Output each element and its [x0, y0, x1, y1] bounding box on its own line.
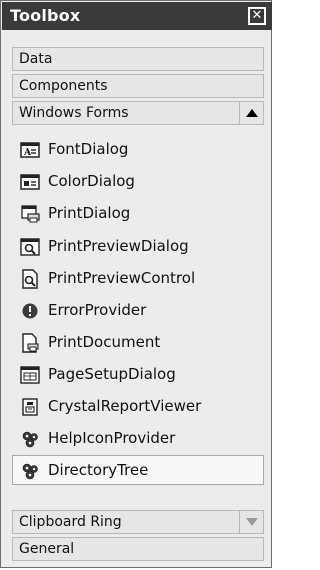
toolbox-item-label: PageSetupDialog — [48, 365, 176, 383]
print-preview-control-icon — [20, 269, 40, 289]
toolbox-panel: Toolbox ✕ Data Components Windows Forms … — [0, 0, 272, 568]
toolbox-item-printpreviewcontrol[interactable]: PrintPreviewControl — [12, 263, 264, 293]
toolbox-item-label: PrintPreviewDialog — [48, 237, 189, 255]
toolbox-item-label: HelpIconProvider — [48, 429, 176, 447]
category-components[interactable]: Components — [12, 74, 264, 98]
toolbox-item-label: ErrorProvider — [48, 301, 147, 319]
toolbox-title-bar: Toolbox ✕ — [2, 2, 272, 30]
category-label: Components — [19, 78, 108, 94]
toolbox-item-label: ColorDialog — [48, 172, 135, 190]
toolbox-item-errorprovider[interactable]: ErrorProvider — [12, 295, 264, 325]
toolbox-item-label: PrintDialog — [48, 204, 131, 222]
toolbox-item-colordialog[interactable]: ColorDialog — [12, 166, 264, 196]
print-preview-dialog-icon — [20, 237, 40, 257]
category-windows-forms[interactable]: Windows Forms — [12, 101, 264, 125]
toolbox-item-crystalreportviewer[interactable]: CrystalReportViewer — [12, 391, 264, 421]
toolbox-item-fontdialog[interactable]: A FontDialog — [12, 134, 264, 164]
toolbox-item-printdialog[interactable]: PrintDialog — [12, 198, 264, 228]
error-provider-icon — [20, 301, 40, 321]
toolbox-item-printdocument[interactable]: PrintDocument — [12, 327, 264, 357]
svg-text:A: A — [23, 148, 32, 158]
print-dialog-icon — [20, 204, 40, 224]
category-label: Clipboard Ring — [19, 514, 122, 530]
close-icon: ✕ — [251, 8, 263, 23]
collapse-button[interactable] — [239, 102, 263, 124]
category-label: Data — [19, 51, 53, 67]
color-dialog-icon — [20, 172, 40, 192]
toolbox-item-helpiconprovider[interactable]: HelpIconProvider — [12, 423, 264, 453]
category-clipboard-ring[interactable]: Clipboard Ring — [12, 510, 264, 534]
print-document-icon — [20, 333, 40, 353]
toolbox-item-printpreviewdialog[interactable]: PrintPreviewDialog — [12, 231, 264, 261]
toolbox-title: Toolbox — [10, 6, 81, 25]
category-label: General — [19, 541, 75, 557]
help-icon-provider-icon — [20, 429, 40, 449]
toolbox-item-label: DirectoryTree — [48, 461, 149, 479]
category-data[interactable]: Data — [12, 47, 264, 71]
close-button[interactable]: ✕ — [248, 7, 266, 25]
toolbox-item-label: PrintPreviewControl — [48, 269, 196, 287]
font-dialog-icon: A — [20, 140, 40, 160]
crystal-report-viewer-icon — [20, 397, 40, 417]
toolbox-item-pagesetupdialog[interactable]: PageSetupDialog — [12, 359, 264, 389]
toolbox-item-label: PrintDocument — [48, 333, 161, 351]
toolbox-item-label: CrystalReportViewer — [48, 397, 202, 415]
category-label: Windows Forms — [19, 105, 129, 121]
chevron-down-icon — [245, 518, 258, 526]
toolbox-item-label: FontDialog — [48, 140, 129, 158]
category-general[interactable]: General — [12, 537, 264, 561]
toolbox-item-directorytree[interactable]: DirectoryTree — [12, 455, 264, 485]
chevron-up-icon — [245, 109, 258, 117]
directory-tree-icon — [20, 461, 40, 481]
expand-button[interactable] — [239, 511, 263, 533]
page-setup-dialog-icon — [20, 365, 40, 385]
